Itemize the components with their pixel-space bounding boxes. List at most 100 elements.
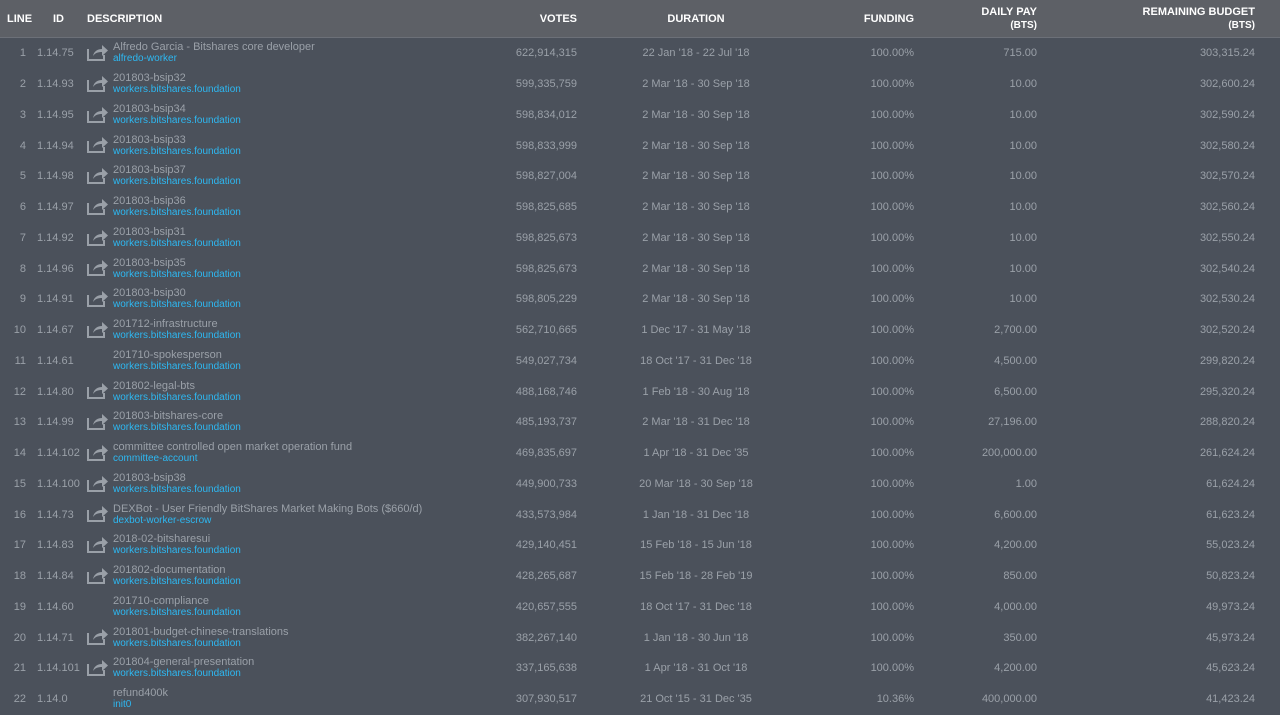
- row-funding: 100.00%: [870, 354, 914, 367]
- row-votes: 562,710,665: [515, 324, 577, 337]
- worker-account-link[interactable]: workers.bitshares.foundation: [113, 115, 241, 126]
- row-duration: 1 Apr '18 - 31 Dec '35: [643, 447, 749, 460]
- share-link-icon[interactable]: [87, 504, 109, 523]
- row-duration: 1 Feb '18 - 30 Aug '18: [642, 385, 750, 398]
- share-link-icon[interactable]: [87, 197, 109, 215]
- table-row[interactable]: 20 1.14.71 201801-budget-chinese-translati…: [0, 622, 1280, 653]
- share-link-icon[interactable]: [87, 320, 109, 338]
- table-row[interactable]: 9 1.14.91 201803-bsip30 workers.bitshares.f…: [0, 284, 1280, 315]
- share-link-icon[interactable]: [87, 228, 109, 246]
- row-daily-pay: 4,200.00: [994, 539, 1037, 552]
- row-votes: 337,165,638: [515, 662, 577, 675]
- worker-title: committee controlled open market operati…: [113, 441, 353, 454]
- table-row[interactable]: 7 1.14.92 201803-bsip31 workers.bitshares.f…: [0, 223, 1280, 254]
- row-id: 1.14.101: [37, 662, 80, 675]
- worker-account-link[interactable]: workers.bitshares.foundation: [113, 576, 241, 587]
- header-id[interactable]: ID: [53, 0, 64, 37]
- table-row[interactable]: 4 1.14.94 201803-bsip33 workers.bitshares.f…: [0, 130, 1280, 161]
- row-duration: 1 Apr '18 - 31 Oct '18: [644, 662, 748, 675]
- row-duration: 2 Mar '18 - 30 Sep '18: [642, 293, 750, 306]
- worker-account-link[interactable]: workers.bitshares.foundation: [113, 361, 241, 372]
- row-votes: 598,833,999: [515, 139, 577, 152]
- worker-title: 201803-bsip32: [113, 72, 186, 85]
- worker-account-link[interactable]: workers.bitshares.foundation: [113, 238, 241, 249]
- row-description: DEXBot - User Friendly BitShares Market …: [113, 499, 453, 530]
- table-row[interactable]: 19 1.14.60 201710-compliance workers.bitsha…: [0, 592, 1280, 623]
- worker-account-link[interactable]: workers.bitshares.foundation: [113, 392, 241, 403]
- table-row[interactable]: 11 1.14.61 201710-spokesperson workers.bits…: [0, 346, 1280, 377]
- share-link-icon[interactable]: [87, 658, 109, 676]
- worker-title: 201710-spokesperson: [113, 348, 222, 361]
- worker-account-link[interactable]: init0: [113, 699, 131, 710]
- worker-account-link[interactable]: alfredo-worker: [113, 53, 177, 64]
- row-line: 8: [19, 262, 26, 275]
- row-remaining-budget: 302,560.24: [1199, 201, 1255, 214]
- row-daily-pay: 200,000.00: [981, 447, 1037, 460]
- table-row[interactable]: 1 1.14.75 Alfredo Garcia - Bitshares core …: [0, 38, 1280, 69]
- table-row[interactable]: 14 1.14.102 committee controlled open mark…: [0, 438, 1280, 469]
- worker-account-link[interactable]: workers.bitshares.foundation: [113, 84, 241, 95]
- table-row[interactable]: 22 1.14.0 refund400k init0 307,930,517 21 Oct…: [0, 684, 1280, 715]
- share-link-icon[interactable]: [87, 105, 109, 123]
- share-link-icon[interactable]: [87, 474, 109, 492]
- share-link-icon[interactable]: [87, 381, 109, 400]
- row-id: 1.14.94: [37, 139, 74, 152]
- row-remaining-budget: 45,973.24: [1206, 631, 1255, 644]
- worker-account-link[interactable]: workers.bitshares.foundation: [113, 668, 241, 679]
- header-description[interactable]: DESCRIPTION: [87, 0, 162, 37]
- table-row[interactable]: 13 1.14.99 201803-bitshares-core workers.bi…: [0, 407, 1280, 438]
- worker-account-link[interactable]: workers.bitshares.foundation: [113, 607, 241, 618]
- row-votes: 598,834,012: [515, 108, 577, 121]
- worker-account-link[interactable]: workers.bitshares.foundation: [113, 545, 241, 556]
- table-row[interactable]: 17 1.14.83 2018-02-bitsharesui workers.bits…: [0, 530, 1280, 561]
- table-row[interactable]: 2 1.14.93 201803-bsip32 workers.bitshares.f…: [0, 69, 1280, 100]
- share-link-icon[interactable]: [87, 289, 109, 307]
- share-link-icon[interactable]: [87, 566, 109, 584]
- header-line[interactable]: LINE: [7, 0, 32, 37]
- worker-account-link[interactable]: dexbot-worker-escrow: [113, 515, 211, 526]
- share-link-icon[interactable]: [87, 412, 109, 430]
- header-remaining-budget[interactable]: REMAINING BUDGET (BTS): [1100, 0, 1255, 37]
- worker-account-link[interactable]: workers.bitshares.foundation: [113, 422, 241, 433]
- worker-account-link[interactable]: workers.bitshares.foundation: [113, 176, 241, 187]
- share-link-icon[interactable]: [87, 535, 109, 553]
- header-daily-pay-unit: (BTS): [1010, 19, 1037, 31]
- row-remaining-budget: 50,823.24: [1206, 570, 1255, 583]
- share-link-icon[interactable]: [87, 258, 109, 277]
- share-link-icon[interactable]: [87, 166, 109, 184]
- table-row[interactable]: 16 1.14.73 DEXBot - User Friendly BitShare…: [0, 499, 1280, 530]
- worker-account-link[interactable]: workers.bitshares.foundation: [113, 146, 241, 157]
- table-row[interactable]: 18 1.14.84 201802-documentation workers.bit…: [0, 561, 1280, 592]
- row-funding: 100.00%: [870, 508, 914, 521]
- share-link-icon[interactable]: [87, 43, 109, 61]
- share-link-icon[interactable]: [87, 135, 109, 154]
- table-row[interactable]: 15 1.14.100 201803-bsip38 workers.bitshares…: [0, 469, 1280, 500]
- table-row[interactable]: 6 1.14.97 201803-bsip36 workers.bitshares.f…: [0, 192, 1280, 223]
- row-funding: 100.00%: [870, 108, 914, 121]
- table-row[interactable]: 12 1.14.80 201802-legal-bts workers.bitshar…: [0, 376, 1280, 407]
- row-daily-pay: 10.00: [1009, 293, 1037, 306]
- worker-account-link[interactable]: workers.bitshares.foundation: [113, 269, 241, 280]
- row-duration: 2 Mar '18 - 30 Sep '18: [642, 108, 750, 121]
- row-duration: 15 Feb '18 - 15 Jun '18: [640, 539, 752, 552]
- header-duration[interactable]: DURATION: [600, 0, 792, 37]
- table-row[interactable]: 5 1.14.98 201803-bsip37 workers.bitshares.f…: [0, 161, 1280, 192]
- worker-account-link[interactable]: workers.bitshares.foundation: [113, 299, 241, 310]
- worker-account-link[interactable]: workers.bitshares.foundation: [113, 484, 241, 495]
- header-votes[interactable]: VOTES: [440, 0, 577, 37]
- worker-account-link[interactable]: workers.bitshares.foundation: [113, 207, 241, 218]
- share-link-icon[interactable]: [87, 627, 109, 646]
- worker-account-link[interactable]: workers.bitshares.foundation: [113, 330, 241, 341]
- share-link-icon[interactable]: [87, 74, 109, 92]
- table-row[interactable]: 10 1.14.67 201712-infrastructure workers.bi…: [0, 315, 1280, 346]
- share-link-icon[interactable]: [87, 443, 109, 461]
- table-row[interactable]: 3 1.14.95 201803-bsip34 workers.bitshares.f…: [0, 100, 1280, 131]
- worker-account-link[interactable]: committee-account: [113, 453, 197, 464]
- worker-account-link[interactable]: workers.bitshares.foundation: [113, 638, 241, 649]
- row-duration: 2 Mar '18 - 30 Sep '18: [642, 201, 750, 214]
- row-remaining-budget: 49,973.24: [1206, 600, 1255, 613]
- table-row[interactable]: 8 1.14.96 201803-bsip35 workers.bitshares.f…: [0, 253, 1280, 284]
- table-row[interactable]: 21 1.14.101 201804-general-presentation wor…: [0, 653, 1280, 684]
- header-daily-pay[interactable]: DAILY PAY (BTS): [900, 0, 1037, 37]
- row-funding: 100.00%: [870, 293, 914, 306]
